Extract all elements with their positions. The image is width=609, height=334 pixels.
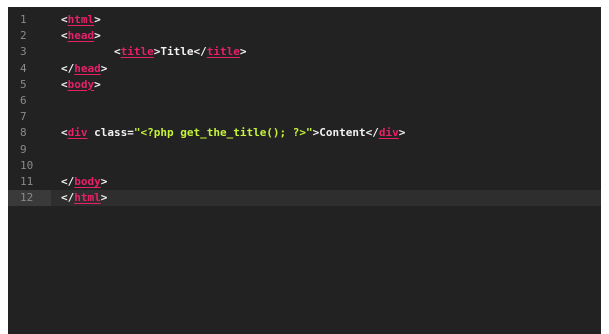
- code-token: head: [74, 61, 101, 75]
- code-token: "<?php get_the_title(); ?>": [133, 126, 313, 140]
- code-line[interactable]: 3 <title>Title</title>: [8, 44, 601, 60]
- code-token: div: [378, 126, 399, 140]
- code-token: title: [206, 45, 240, 59]
- code-token: <: [61, 77, 68, 91]
- code-lines[interactable]: 1 <html> 2 <head> 3 <title>Title</title> 4 </h…: [8, 12, 601, 207]
- code-line[interactable]: 10: [8, 158, 601, 174]
- code-line[interactable]: 4 </head>: [8, 61, 601, 77]
- line-number: 12: [8, 190, 51, 207]
- code-line[interactable]: 1 <html>: [8, 12, 601, 28]
- line-number: 4: [20, 61, 27, 75]
- code-token: >: [94, 13, 101, 26]
- code-token: >: [94, 77, 101, 91]
- code-token: <: [113, 45, 121, 59]
- line-number: 9: [20, 142, 27, 156]
- code-token: <: [61, 13, 68, 26]
- code-line[interactable]: 9: [8, 142, 601, 158]
- code-editor[interactable]: 1 <html> 2 <head> 3 <title>Title</title> 4 </h…: [8, 7, 601, 334]
- code-token: >: [94, 29, 101, 43]
- code-line[interactable]: 2 <head>: [8, 28, 601, 44]
- code-token: >: [100, 174, 108, 188]
- code-token: >: [100, 61, 108, 75]
- code-text[interactable]: <div class="<?php get_the_title(); ?>">C…: [61, 125, 405, 141]
- code-token: body: [74, 174, 101, 188]
- code-text[interactable]: <body>: [61, 77, 101, 93]
- code-line[interactable]: 8 <div class="<?php get_the_title(); ?>">…: [8, 125, 601, 141]
- code-token: >: [398, 126, 406, 140]
- line-number: 7: [20, 110, 27, 124]
- line-number: 10: [20, 158, 34, 172]
- code-text[interactable]: </html>: [61, 190, 107, 206]
- code-token: </: [61, 174, 75, 188]
- line-number: 6: [20, 93, 27, 107]
- code-text[interactable]: <title>Title</title>: [61, 44, 247, 60]
- code-token: </: [61, 61, 75, 75]
- code-token: </: [365, 126, 379, 140]
- code-token: body: [67, 77, 95, 91]
- code-token: >: [100, 191, 108, 205]
- code-line[interactable]: 12 </html>: [8, 190, 601, 207]
- code-token: </: [61, 191, 75, 205]
- code-token: html: [74, 191, 101, 205]
- line-number: 3: [20, 45, 27, 59]
- code-text[interactable]: <head>: [61, 28, 101, 44]
- code-text[interactable]: </body>: [61, 174, 107, 190]
- code-token: div: [67, 126, 88, 140]
- line-number: 8: [20, 126, 27, 140]
- code-line[interactable]: 6: [8, 93, 601, 109]
- line-number: 2: [20, 29, 27, 43]
- code-token: class=: [87, 126, 134, 140]
- code-token: title: [120, 45, 154, 59]
- code-text[interactable]: </head>: [61, 61, 107, 77]
- code-text[interactable]: <html>: [61, 12, 101, 28]
- line-number: 1: [20, 13, 27, 26]
- code-token: head: [67, 29, 95, 43]
- code-line[interactable]: 11 </body>: [8, 174, 601, 190]
- code-token: <: [61, 29, 68, 43]
- code-token: >: [239, 45, 247, 59]
- code-token: <: [61, 126, 68, 140]
- code-token: </: [193, 45, 207, 59]
- code-token: Content: [319, 126, 366, 140]
- code-token: html: [67, 13, 95, 26]
- code-line[interactable]: 5 <body>: [8, 77, 601, 93]
- line-number: 5: [20, 77, 27, 91]
- line-number: 11: [20, 174, 34, 188]
- code-token: Title: [160, 45, 194, 59]
- code-line[interactable]: 7: [8, 109, 601, 125]
